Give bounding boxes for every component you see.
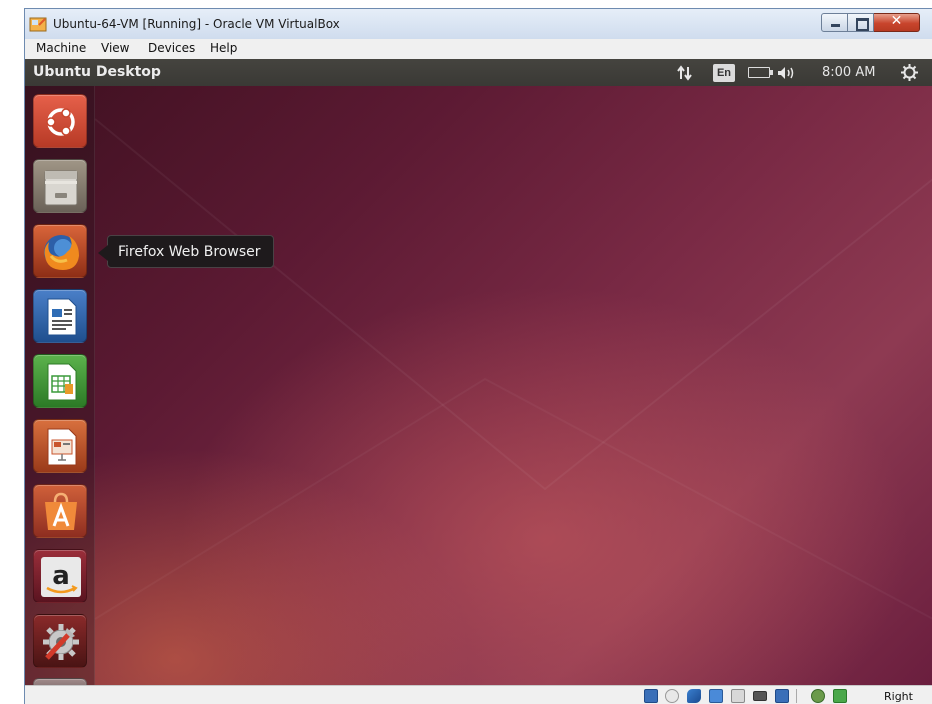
launcher-dash-home[interactable] bbox=[33, 94, 87, 148]
window-title: Ubuntu-64-VM [Running] - Oracle VM Virtu… bbox=[53, 17, 340, 31]
dash-home-icon bbox=[46, 108, 75, 136]
panel-title: Ubuntu Desktop bbox=[33, 64, 161, 80]
software-center-icon bbox=[45, 492, 77, 530]
launcher-firefox[interactable] bbox=[33, 224, 87, 278]
svg-text:a: a bbox=[52, 561, 70, 591]
launcher-files[interactable] bbox=[33, 159, 87, 213]
network-arrows-icon[interactable] bbox=[677, 65, 693, 81]
volume-icon[interactable] bbox=[776, 65, 796, 81]
launcher-tooltip: Firefox Web Browser bbox=[98, 235, 274, 268]
display-icon[interactable] bbox=[753, 691, 767, 701]
menu-view[interactable]: View bbox=[101, 41, 129, 55]
firefox-icon bbox=[44, 235, 79, 270]
maximize-button[interactable] bbox=[848, 13, 874, 32]
menu-bar: Machine View Devices Help bbox=[25, 39, 932, 59]
writer-icon bbox=[47, 298, 77, 336]
virtualbox-window: Ubuntu-64-VM [Running] - Oracle VM Virtu… bbox=[24, 8, 932, 704]
launcher-libreoffice-calc[interactable] bbox=[33, 354, 87, 408]
clock[interactable]: 8:00 AM bbox=[822, 65, 875, 80]
launcher-trash[interactable] bbox=[33, 678, 87, 685]
hard-disk-icon[interactable] bbox=[644, 689, 658, 703]
calc-icon bbox=[47, 363, 77, 401]
menu-help[interactable]: Help bbox=[210, 41, 237, 55]
close-icon: ✕ bbox=[890, 13, 903, 29]
system-settings-icon bbox=[43, 624, 79, 660]
power-gear-icon[interactable] bbox=[900, 63, 919, 82]
close-button[interactable]: ✕ bbox=[874, 13, 920, 32]
unity-launcher: a bbox=[25, 86, 95, 685]
launcher-libreoffice-writer[interactable] bbox=[33, 289, 87, 343]
usb-icon[interactable] bbox=[687, 689, 701, 703]
shared-folders-icon[interactable] bbox=[731, 689, 745, 703]
launcher-software-center[interactable] bbox=[33, 484, 87, 538]
vm-display[interactable]: Ubuntu Desktop En 8:00 AM a Firefox Web … bbox=[25, 59, 932, 685]
amazon-icon: a bbox=[41, 557, 81, 597]
top-panel: Ubuntu Desktop En 8:00 AM bbox=[25, 59, 932, 86]
virtualization-icon[interactable] bbox=[811, 689, 825, 703]
wallpaper-pattern bbox=[94, 118, 932, 620]
battery-icon[interactable] bbox=[748, 67, 773, 78]
status-separator bbox=[796, 689, 797, 703]
menu-machine[interactable]: Machine bbox=[36, 41, 86, 55]
host-key-label: Right Ctrl bbox=[884, 690, 913, 704]
menu-devices[interactable]: Devices bbox=[148, 41, 195, 55]
files-icon bbox=[44, 170, 78, 206]
status-bar: Right Ctrl bbox=[25, 685, 932, 704]
mouse-integration-icon[interactable] bbox=[833, 689, 847, 703]
minimize-button[interactable] bbox=[821, 13, 848, 32]
video-capture-icon[interactable] bbox=[775, 689, 789, 703]
launcher-amazon[interactable]: a bbox=[33, 549, 87, 603]
network-icon[interactable] bbox=[709, 689, 723, 703]
virtualbox-app-icon bbox=[29, 17, 47, 32]
optical-drive-icon[interactable] bbox=[665, 689, 679, 703]
keyboard-language-indicator[interactable]: En bbox=[713, 64, 735, 82]
impress-icon bbox=[47, 428, 77, 466]
launcher-system-settings[interactable] bbox=[33, 614, 87, 668]
launcher-libreoffice-impress[interactable] bbox=[33, 419, 87, 473]
title-bar[interactable]: Ubuntu-64-VM [Running] - Oracle VM Virtu… bbox=[25, 9, 932, 39]
